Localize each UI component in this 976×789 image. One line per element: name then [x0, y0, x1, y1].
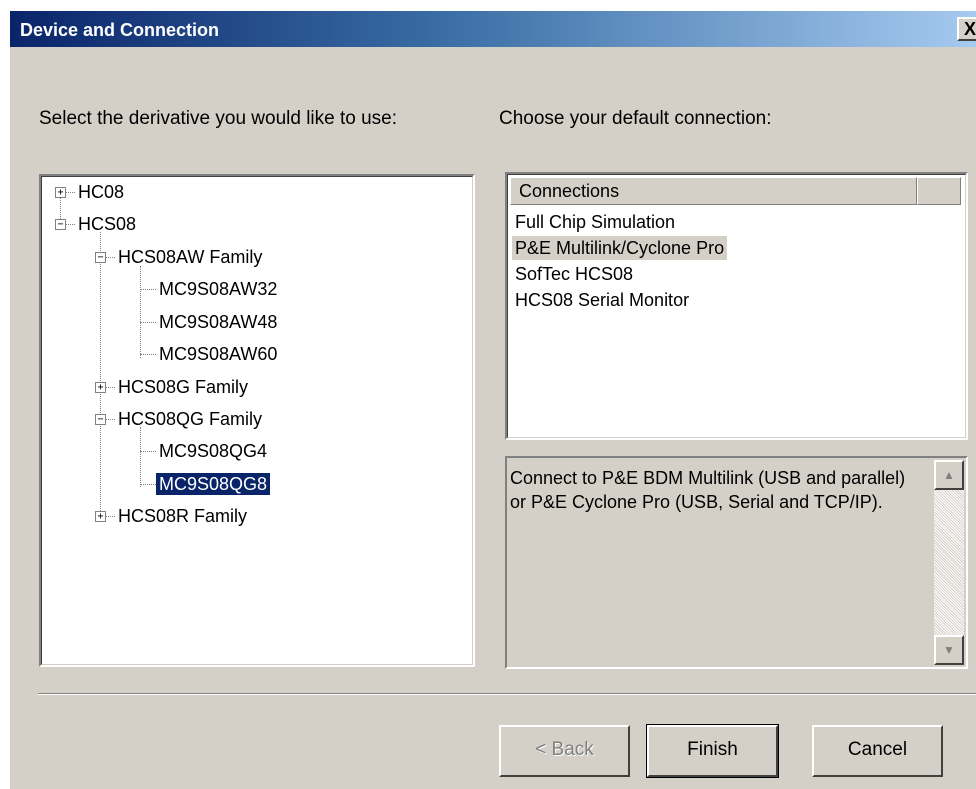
tree-line: [105, 419, 115, 420]
tree-node-hcs08qg-family[interactable]: HCS08QG Family: [115, 408, 265, 430]
expand-icon[interactable]: +: [55, 187, 66, 198]
tree-node-mc9s08qg8[interactable]: MC9S08QG8: [156, 473, 271, 495]
scroll-down-icon: ▼: [943, 643, 955, 657]
connection-label: Choose your default connection:: [499, 108, 772, 129]
connection-description: Connect to P&E BDM Multilink (USB and pa…: [505, 456, 968, 669]
connection-description-text: Connect to P&E BDM Multilink (USB and pa…: [510, 468, 906, 512]
device-connection-dialog: Device and Connection X Select the deriv…: [9, 10, 976, 789]
tree-node-hcs08aw-family[interactable]: HCS08AW Family: [115, 246, 265, 268]
connection-item-hcs08-serial-monitor[interactable]: HCS08 Serial Monitor: [512, 288, 692, 312]
collapse-icon[interactable]: −: [55, 219, 66, 230]
tree-node-mc9s08qg4[interactable]: MC9S08QG4: [156, 440, 270, 462]
tree-line: [105, 387, 115, 388]
tree-node-hcs08r-family[interactable]: HCS08R Family: [115, 505, 250, 527]
collapse-icon[interactable]: −: [95, 414, 106, 425]
connection-item-full-chip-simulation[interactable]: Full Chip Simulation: [512, 210, 678, 234]
title-bar: Device and Connection X: [10, 11, 976, 47]
connections-column-header-filler: [917, 177, 961, 205]
tree-line: [140, 322, 156, 323]
derivative-label: Select the derivative you would like to …: [39, 108, 398, 129]
expand-icon[interactable]: +: [95, 382, 106, 393]
tree-node-hcs08[interactable]: HCS08: [75, 213, 139, 235]
tree-line: [140, 289, 156, 290]
scroll-down-button[interactable]: ▼: [934, 635, 964, 665]
scroll-up-icon: ▲: [943, 468, 955, 482]
derivative-tree[interactable]: + − − + − + HC08 HCS08 HCS08AW Family MC…: [39, 174, 475, 667]
tree-node-mc9s08aw60[interactable]: MC9S08AW60: [156, 343, 280, 365]
connection-item-softec-hcs08[interactable]: SofTec HCS08: [512, 262, 636, 286]
expand-icon[interactable]: +: [95, 511, 106, 522]
close-icon: X: [964, 19, 976, 39]
tree-line: [65, 224, 75, 225]
tree-line: [140, 427, 141, 487]
connections-list[interactable]: Connections Full Chip Simulation P&E Mul…: [505, 172, 968, 440]
tree-line: [140, 484, 156, 485]
scroll-up-button[interactable]: ▲: [934, 460, 964, 490]
tree-line: [140, 451, 156, 452]
tree-node-mc9s08aw48[interactable]: MC9S08AW48: [156, 311, 280, 333]
back-button[interactable]: < Back: [499, 725, 630, 777]
tree-line: [65, 192, 75, 193]
connection-item-pe-multilink[interactable]: P&E Multilink/Cyclone Pro: [512, 236, 728, 260]
collapse-icon[interactable]: −: [95, 252, 106, 263]
button-separator: [38, 693, 976, 695]
tree-node-hcs08g-family[interactable]: HCS08G Family: [115, 376, 251, 398]
tree-line: [140, 266, 141, 358]
tree-line: [100, 232, 101, 515]
tree-node-mc9s08aw32[interactable]: MC9S08AW32: [156, 278, 280, 300]
finish-button[interactable]: Finish: [646, 724, 779, 778]
description-scrollbar[interactable]: ▲ ▼: [934, 460, 964, 665]
close-button[interactable]: X: [957, 17, 976, 41]
dialog-title: Device and Connection: [20, 20, 220, 40]
connections-column-header[interactable]: Connections: [510, 177, 917, 205]
tree-line: [140, 354, 156, 355]
tree-node-hc08[interactable]: HC08: [75, 181, 127, 203]
tree-line: [105, 257, 115, 258]
tree-line: [105, 516, 115, 517]
cancel-button[interactable]: Cancel: [812, 725, 943, 777]
